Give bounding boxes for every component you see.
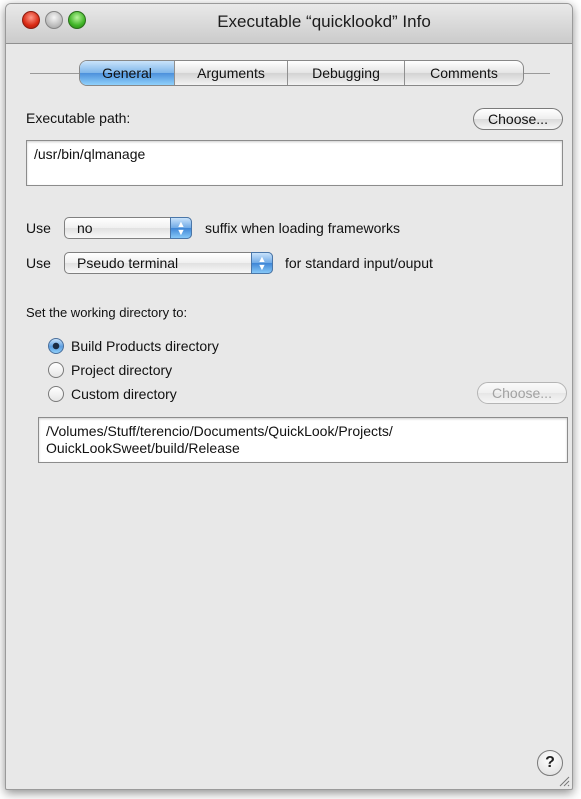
terminal-popup[interactable]: Pseudo terminal ▲ ▼ [64,252,273,274]
radio-build-products-label: Build Products directory [71,338,219,354]
info-window: Executable “quicklookd” Info General Arg… [5,3,573,790]
tab-general[interactable]: General [80,61,175,85]
suffix-popup[interactable]: no ▲ ▼ [64,217,192,239]
executable-path-field[interactable]: /usr/bin/qlmanage [26,140,563,186]
working-directory-label: Set the working directory to: [26,305,188,320]
radio-selected-icon[interactable] [48,338,64,354]
radio-custom-directory-label: Custom directory [71,386,177,402]
resize-grip-icon[interactable] [558,775,570,787]
popup-arrows-icon: ▲ ▼ [251,252,273,274]
tab-arguments[interactable]: Arguments [175,61,288,85]
radio-project-directory[interactable]: Project directory [48,360,172,380]
suffix-popup-value: no [77,220,93,236]
radio-icon[interactable] [48,386,64,402]
suffix-description-label: suffix when loading frameworks [205,220,401,236]
executable-path-label: Executable path: [26,110,131,126]
radio-custom-directory[interactable]: Custom directory [48,384,177,404]
radio-project-directory-label: Project directory [71,362,173,378]
title-bar[interactable]: Executable “quicklookd” Info [6,4,572,44]
working-directory-path-field[interactable]: /Volumes/Stuff/terencio/Documents/QuickL… [38,417,568,463]
terminal-use-label: Use [26,255,51,271]
terminal-description-label: for standard input/ouput [285,255,433,271]
working-directory-path-line-2: OuickLookSweet/build/Release [46,440,240,456]
tab-bar: General Arguments Debugging Comments [79,60,524,86]
tab-debugging[interactable]: Debugging [288,61,405,85]
window-title: Executable “quicklookd” Info [217,12,431,31]
terminal-popup-value: Pseudo terminal [77,255,179,271]
choose-executable-button[interactable]: Choose... [473,108,563,130]
popup-arrows-icon: ▲ ▼ [170,217,192,239]
help-icon[interactable]: ? [537,750,563,776]
radio-build-products[interactable]: Build Products directory [48,336,219,356]
working-directory-path-line-1: /Volumes/Stuff/terencio/Documents/QuickL… [46,423,393,439]
radio-icon[interactable] [48,362,64,378]
tab-comments[interactable]: Comments [405,61,523,85]
suffix-use-label: Use [26,220,51,236]
choose-directory-button[interactable]: Choose... [477,382,567,404]
